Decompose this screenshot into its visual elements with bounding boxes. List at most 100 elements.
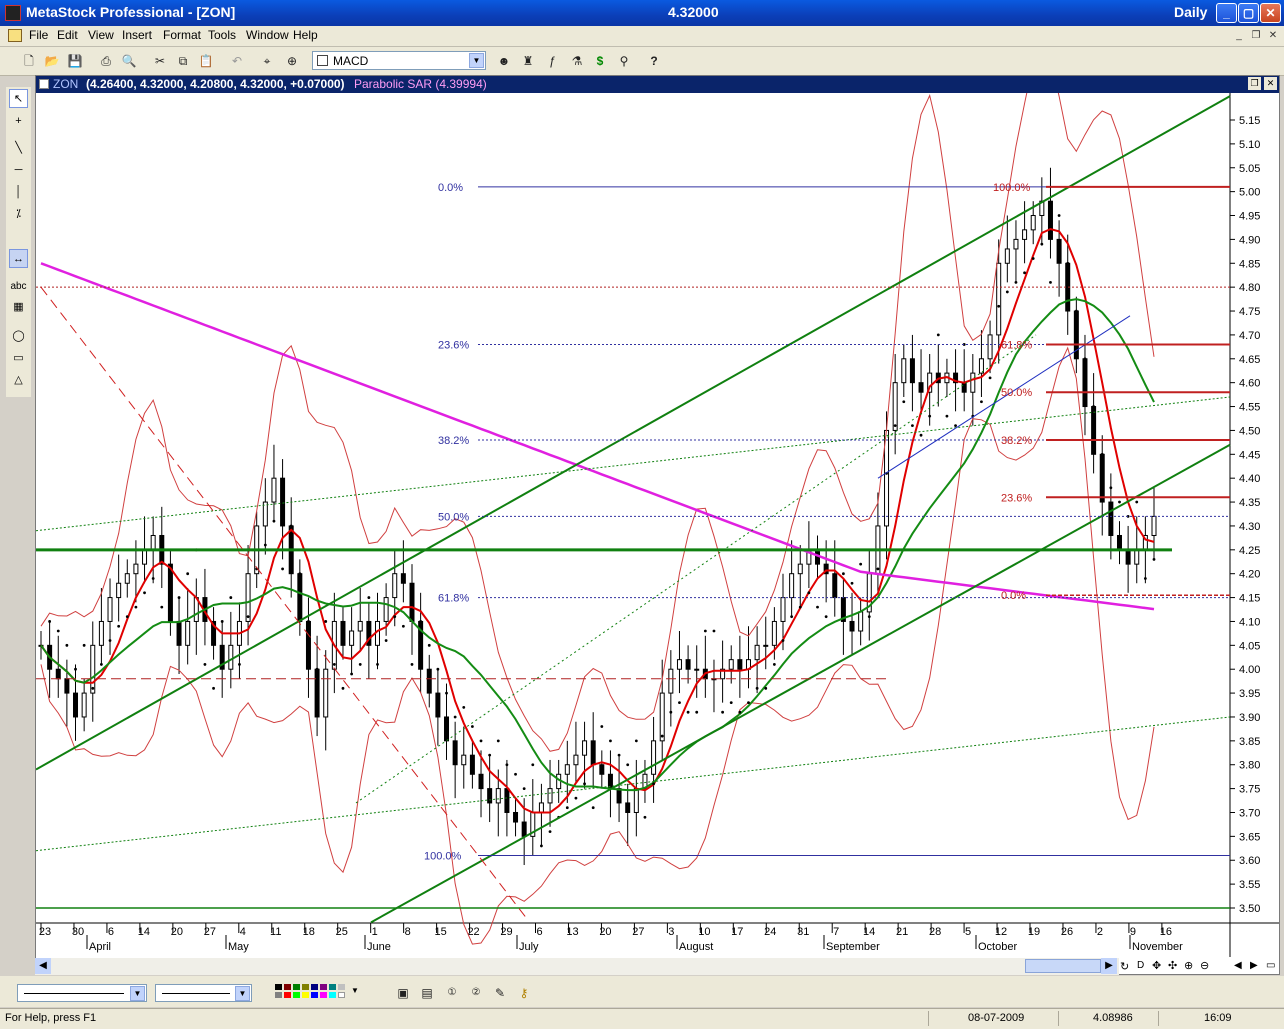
chevron-down-icon[interactable]: ▼ <box>469 53 484 68</box>
sar-dot <box>1152 557 1156 561</box>
sar-dot <box>436 667 440 671</box>
scroll-tool-icon[interactable]: ↔ <box>9 249 28 268</box>
vertical-line-icon[interactable]: │ <box>9 183 28 202</box>
candle-body <box>55 668 61 680</box>
new-icon[interactable]: 🗋 <box>20 52 38 70</box>
paste-icon[interactable]: 📋 <box>197 52 215 70</box>
y-tick-label: 3.70 <box>1239 807 1260 819</box>
trendline-tool-icon[interactable]: ╲ <box>9 139 28 158</box>
fibonacci-tool-icon[interactable]: ⁒ <box>9 205 28 224</box>
candle-body <box>521 821 527 837</box>
indicator-select-value: MACD <box>333 54 369 68</box>
price-chart[interactable]: 5.15 5.10 5.05 5.00 4.95 4.90 4.85 4.80 4.75 4.70… <box>36 93 1279 957</box>
menu-view[interactable]: View <box>88 28 114 42</box>
open-icon[interactable]: 📂 <box>43 52 61 70</box>
zoom-out-icon[interactable]: ⊖ <box>1200 959 1209 972</box>
menu-file[interactable]: File <box>29 28 48 42</box>
menu-help[interactable]: Help <box>293 28 318 42</box>
sar-dot <box>1100 452 1104 456</box>
candle-body <box>81 692 87 718</box>
zoom-icon[interactable]: ⊕ <box>283 52 301 70</box>
pointer-icon[interactable]: ↖ <box>9 89 28 108</box>
menu-window[interactable]: Window <box>246 28 289 42</box>
triangle-tool-icon[interactable]: △ <box>9 371 28 390</box>
zoom-in-icon[interactable]: ⊕ <box>1184 959 1193 972</box>
candle-body <box>771 620 777 646</box>
pan-icon[interactable]: ✣ <box>1168 959 1177 972</box>
rectangle-tool-icon[interactable]: ▭ <box>9 349 28 368</box>
cut-icon[interactable]: ✂ <box>151 52 169 70</box>
key-icon[interactable]: ⚷ <box>515 984 533 1002</box>
undo-icon[interactable]: ↶ <box>228 52 246 70</box>
send-back-icon[interactable]: ▤ <box>418 984 436 1002</box>
move-icon[interactable]: ✥ <box>1152 959 1161 972</box>
end-icon[interactable]: ▭ <box>1266 960 1275 971</box>
density-icon[interactable]: D <box>1137 960 1144 971</box>
formula-icon[interactable]: ƒ <box>543 52 561 70</box>
chart-restore-icon[interactable]: ❐ <box>1248 77 1261 90</box>
candle-body <box>478 773 484 790</box>
sar-dot <box>505 763 509 767</box>
menu-tools[interactable]: Tools <box>208 28 236 42</box>
scroll-left-icon[interactable]: ◀ <box>35 958 51 974</box>
layer2-icon[interactable]: ② <box>467 984 485 1002</box>
dollar-icon[interactable]: $ <box>591 52 609 70</box>
color-palette[interactable]: ▼ <box>275 984 365 1002</box>
chevron-down-icon[interactable]: ▼ <box>235 986 250 1001</box>
bring-front-icon[interactable]: ▣ <box>394 984 412 1002</box>
sar-dot <box>1005 290 1009 294</box>
line-weight-preview <box>162 993 230 994</box>
explorer-icon[interactable]: ♜ <box>519 52 537 70</box>
layer1-icon[interactable]: ① <box>443 984 461 1002</box>
crosshair-icon[interactable]: ⌖ <box>258 52 276 70</box>
sar-dot <box>56 629 60 633</box>
line-weight-select[interactable]: ▼ <box>155 984 252 1002</box>
line-style-select[interactable]: ▼ <box>17 984 147 1002</box>
next-icon[interactable]: ▶ <box>1250 960 1258 971</box>
chart-close-icon[interactable]: ✕ <box>1264 77 1277 90</box>
x-day-label: 30 <box>72 926 84 938</box>
indicator-select[interactable]: MACD ▼ <box>312 51 486 70</box>
candle-body <box>323 668 329 718</box>
system-tester-icon[interactable]: ⚗ <box>568 52 586 70</box>
sar-dot <box>203 663 207 666</box>
sar-dot <box>583 782 586 786</box>
close-button[interactable]: ✕ <box>1260 3 1281 23</box>
refresh-icon[interactable]: ↻ <box>1120 960 1129 973</box>
mdi-minimize-icon[interactable]: _ <box>1232 29 1246 42</box>
sar-dot <box>626 763 630 767</box>
window-title: MetaStock Professional - [ZON] <box>26 4 236 20</box>
properties-icon[interactable]: ✎ <box>491 984 509 1002</box>
candle-body <box>124 573 130 584</box>
expert-icon[interactable]: ☻ <box>495 52 513 70</box>
scroll-right-icon[interactable]: ▶ <box>1101 958 1117 974</box>
sar-dot <box>143 591 146 595</box>
menu-insert[interactable]: Insert <box>122 28 152 42</box>
grid-tool-icon[interactable]: ▦ <box>9 298 28 317</box>
sar-dot <box>453 715 457 719</box>
ellipse-tool-icon[interactable]: ◯ <box>9 327 28 346</box>
y-tick-label: 4.20 <box>1239 569 1260 581</box>
sar-dot <box>790 615 794 619</box>
help-pointer-icon[interactable]: ? <box>645 52 663 70</box>
horizontal-line-icon[interactable]: ─ <box>9 161 28 180</box>
maximize-button[interactable]: ▢ <box>1238 3 1259 23</box>
binoculars-icon[interactable]: ⚲ <box>615 52 633 70</box>
crosshair-tool-icon[interactable]: + <box>9 112 28 131</box>
menu-edit[interactable]: Edit <box>57 28 78 42</box>
menu-format[interactable]: Format <box>163 28 201 42</box>
minimize-button[interactable]: _ <box>1216 3 1237 23</box>
mdi-close-icon[interactable]: ✕ <box>1266 29 1280 42</box>
chevron-down-icon[interactable]: ▼ <box>130 986 145 1001</box>
copy-icon[interactable]: ⧉ <box>174 52 192 70</box>
print-icon[interactable]: ⎙ <box>97 52 115 70</box>
sar-dot <box>117 624 121 628</box>
scroll-thumb[interactable] <box>1025 959 1101 973</box>
mdi-restore-icon[interactable]: ❐ <box>1249 29 1263 42</box>
save-icon[interactable]: 💾 <box>66 52 84 70</box>
chart-ohlc: (4.26400, 4.32000, 4.20800, 4.32000, +0.… <box>86 77 345 91</box>
horizontal-scrollbar[interactable]: ◀ ▶ <box>35 958 1119 975</box>
text-tool-icon[interactable]: abc <box>9 277 28 296</box>
prev-icon[interactable]: ◀ <box>1234 960 1242 971</box>
print-preview-icon[interactable]: 🔍 <box>120 52 138 70</box>
